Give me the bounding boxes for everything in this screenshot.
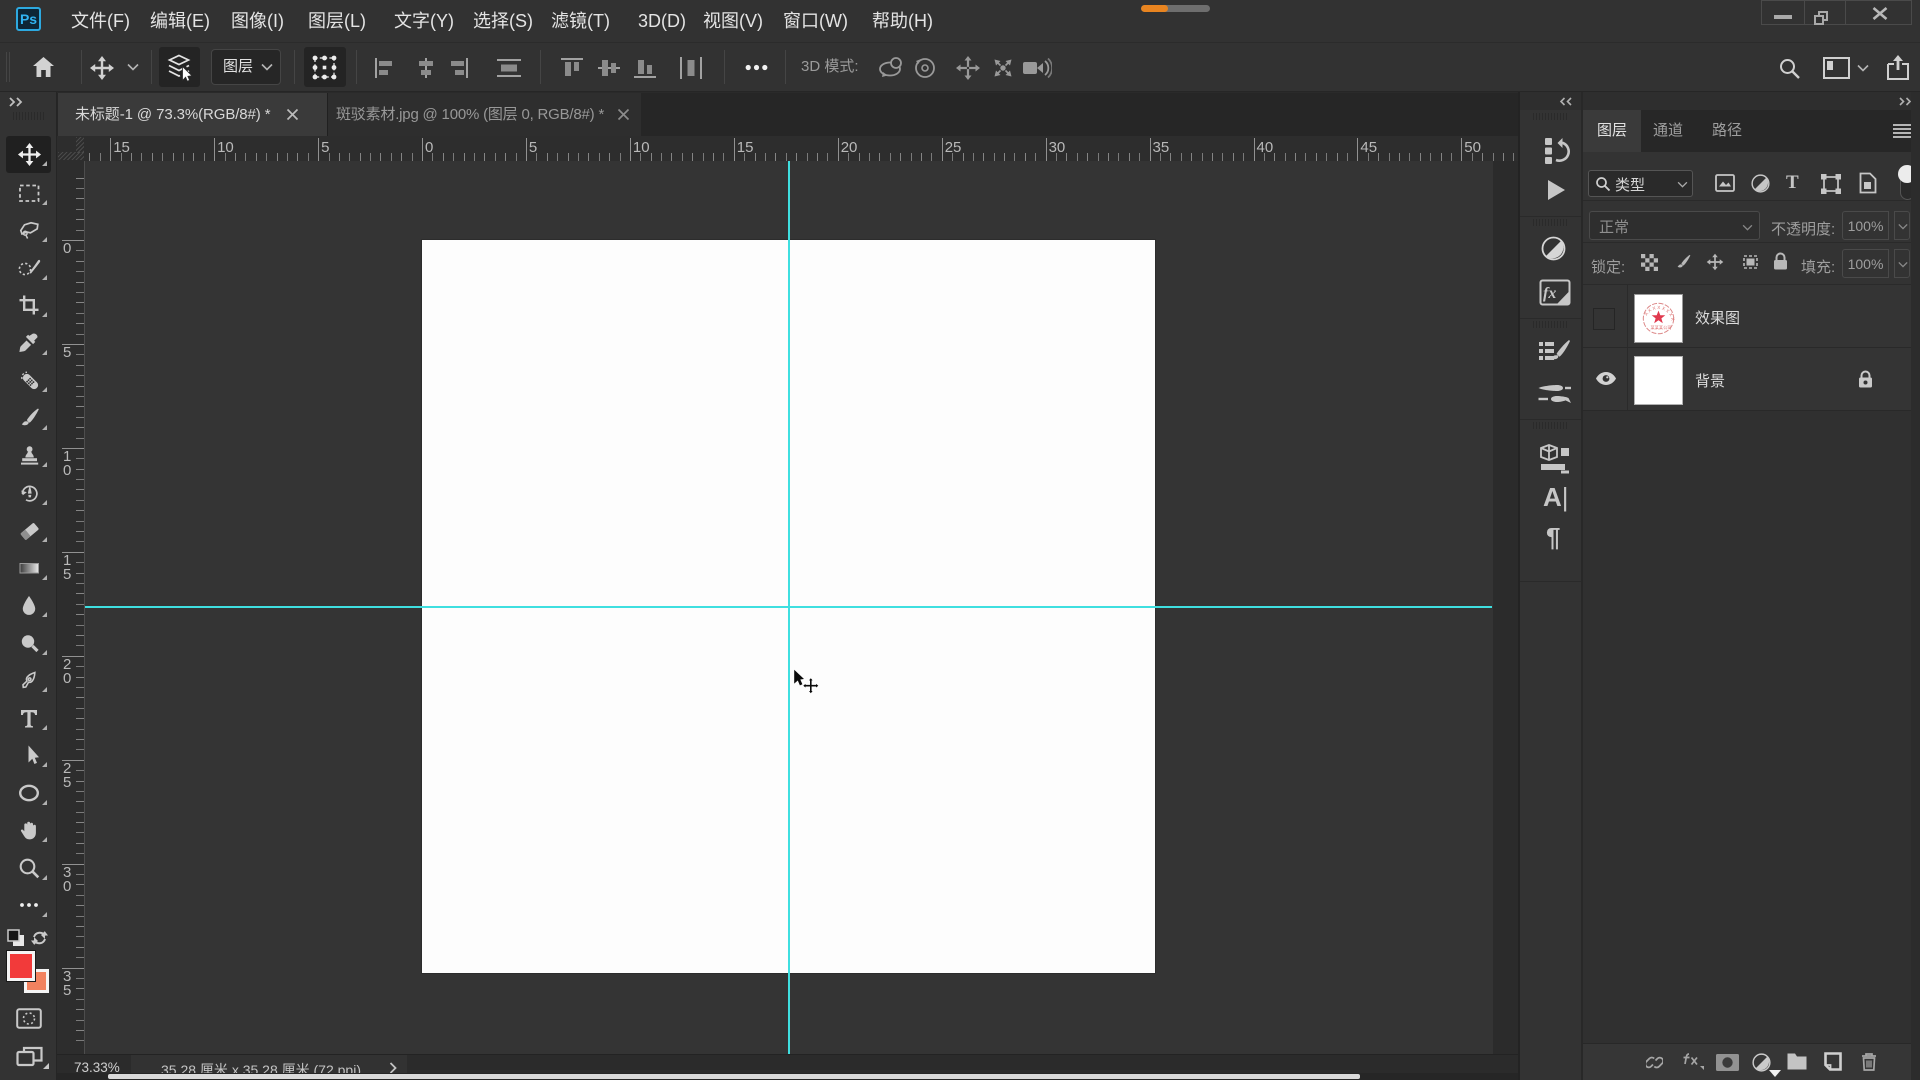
svg-text:某某某公司: 某某某公司 (1651, 325, 1672, 331)
svg-text:fx: fx (1543, 285, 1556, 302)
